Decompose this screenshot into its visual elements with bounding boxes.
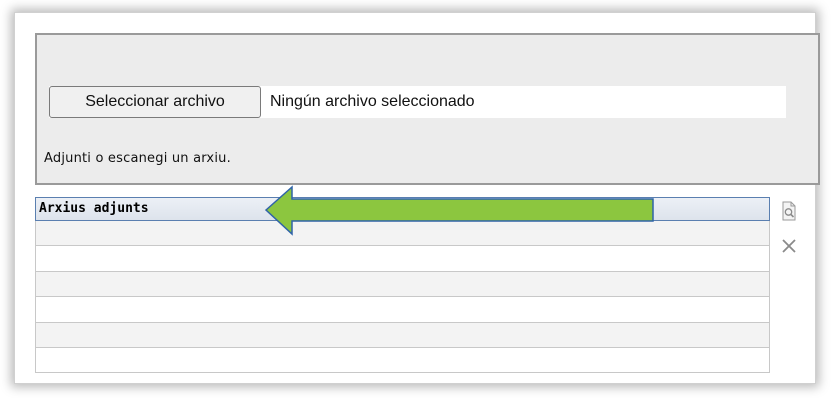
upload-panel: Seleccionar archivo Ningún archivo selec… bbox=[35, 33, 820, 185]
view-document-button[interactable] bbox=[777, 199, 801, 223]
table-row[interactable] bbox=[35, 347, 770, 374]
attachments-table: Arxius adjunts bbox=[35, 197, 770, 374]
upload-hint: Adjunti o escanegi un arxiu. bbox=[44, 151, 231, 166]
table-row[interactable] bbox=[35, 322, 770, 348]
file-input[interactable]: Seleccionar archivo Ningún archivo selec… bbox=[49, 86, 786, 118]
delete-x-icon bbox=[782, 239, 796, 253]
attachments-toolbar bbox=[777, 199, 801, 269]
table-row[interactable] bbox=[35, 297, 770, 323]
table-row[interactable] bbox=[35, 271, 770, 298]
table-row[interactable] bbox=[35, 246, 770, 272]
view-document-icon bbox=[782, 201, 796, 221]
table-row[interactable] bbox=[35, 221, 770, 247]
file-status-text: Ningún archivo seleccionado bbox=[270, 93, 475, 110]
choose-file-button[interactable]: Seleccionar archivo bbox=[49, 86, 261, 118]
delete-button[interactable] bbox=[777, 234, 801, 258]
attachments-header[interactable]: Arxius adjunts bbox=[35, 197, 770, 221]
